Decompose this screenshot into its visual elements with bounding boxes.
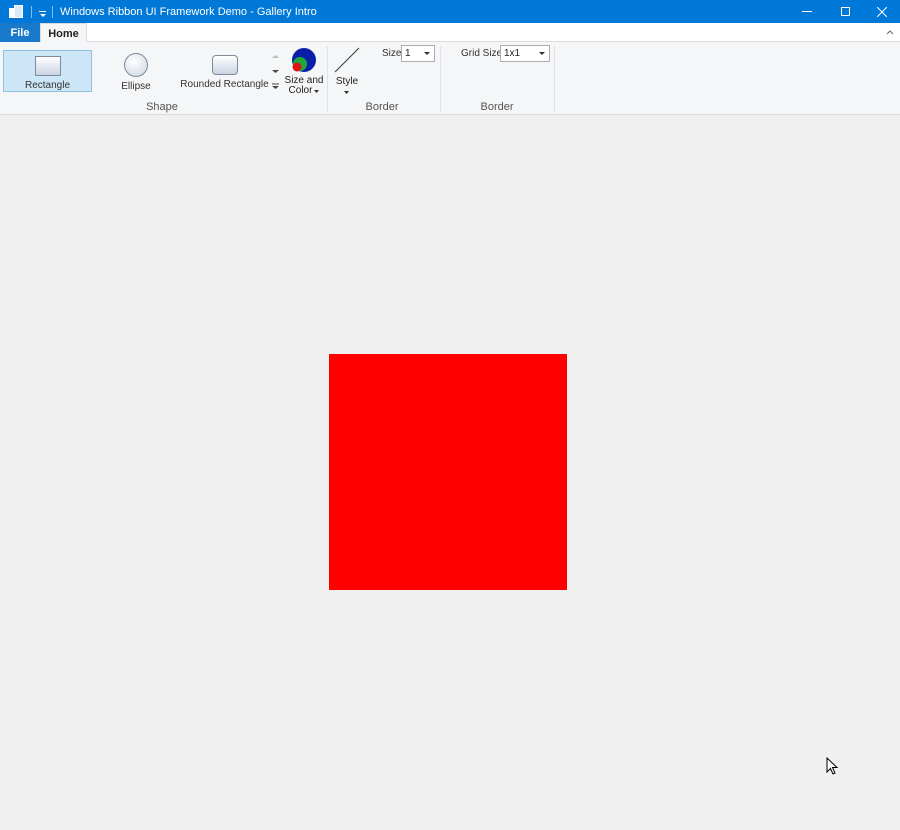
- dropdown-arrow-icon: [314, 89, 320, 93]
- size-and-color-button[interactable]: Size and Color: [283, 46, 325, 100]
- gallery-item-rounded-rectangle[interactable]: Rounded Rectangle: [180, 50, 269, 92]
- gallery-scroll-down-button[interactable]: [270, 64, 281, 79]
- chevron-down-icon: [424, 52, 430, 55]
- group-separator: [327, 46, 328, 112]
- gallery-item-label: Rectangle: [24, 80, 71, 91]
- chevron-up-icon: [272, 55, 279, 58]
- tab-home[interactable]: Home: [40, 23, 87, 43]
- gallery-scroll-up-button[interactable]: [270, 49, 281, 64]
- size-and-color-icon: [292, 48, 316, 72]
- grid-size-combo[interactable]: 1x1: [500, 45, 550, 62]
- size-and-color-label-line2: Color: [288, 85, 313, 96]
- style-button[interactable]: Style: [332, 46, 362, 100]
- group-label-grid: Border: [480, 101, 514, 113]
- qat-separator: [31, 5, 32, 18]
- group-label-shape: Shape: [146, 101, 178, 113]
- maximize-button[interactable]: [826, 0, 864, 23]
- close-button[interactable]: [863, 0, 900, 23]
- chevron-down-icon: [539, 52, 545, 55]
- minimize-icon: [802, 11, 812, 12]
- gallery-item-ellipse[interactable]: Ellipse: [92, 50, 180, 92]
- ribbon-tab-row: File Home: [0, 23, 900, 43]
- style-label: Style: [335, 76, 359, 87]
- gallery-scrollbar[interactable]: [270, 49, 281, 94]
- minimize-button[interactable]: [788, 0, 826, 23]
- mouse-cursor-icon: [826, 757, 838, 775]
- rounded-rectangle-icon: [211, 55, 238, 75]
- line-style-icon: [334, 47, 360, 73]
- ribbon-home: Rectangle Ellipse Rounded Rectangle Size…: [0, 42, 900, 115]
- ellipse-icon: [124, 53, 148, 77]
- drawing-canvas[interactable]: [0, 116, 900, 830]
- title-bar[interactable]: Windows Ribbon UI Framework Demo - Galle…: [0, 0, 900, 23]
- window-title: Windows Ribbon UI Framework Demo - Galle…: [60, 5, 317, 18]
- drawn-rectangle[interactable]: [329, 354, 567, 590]
- dropdown-arrow-icon: [344, 91, 349, 94]
- app-icon[interactable]: [9, 4, 23, 19]
- group-separator: [554, 46, 555, 112]
- gallery-item-label: Rounded Rectangle: [180, 79, 269, 90]
- grid-size-combo-value: 1x1: [504, 48, 521, 59]
- size-combo-value: 1: [405, 48, 411, 59]
- group-separator: [440, 46, 441, 112]
- size-and-color-label: Size and Color: [283, 76, 325, 96]
- maximize-icon: [840, 7, 850, 16]
- gallery-expand-button[interactable]: [270, 79, 281, 94]
- rectangle-icon: [34, 56, 61, 76]
- customize-qat-icon[interactable]: [38, 6, 48, 18]
- tab-file[interactable]: File: [0, 23, 40, 42]
- collapse-ribbon-icon[interactable]: [886, 28, 894, 36]
- close-icon: [877, 6, 887, 17]
- grid-size-label: Grid Size: [461, 48, 503, 59]
- group-label-border: Border: [365, 101, 399, 113]
- chevron-down-icon: [272, 70, 279, 73]
- size-and-color-label-row2: Color: [283, 86, 325, 96]
- size-combo[interactable]: 1: [401, 45, 435, 62]
- gallery-item-rectangle[interactable]: Rectangle: [3, 50, 92, 92]
- size-label: Size: [382, 48, 402, 59]
- qat-separator: [52, 5, 53, 18]
- expand-gallery-icon: [272, 83, 279, 89]
- gallery-item-label: Ellipse: [121, 81, 151, 92]
